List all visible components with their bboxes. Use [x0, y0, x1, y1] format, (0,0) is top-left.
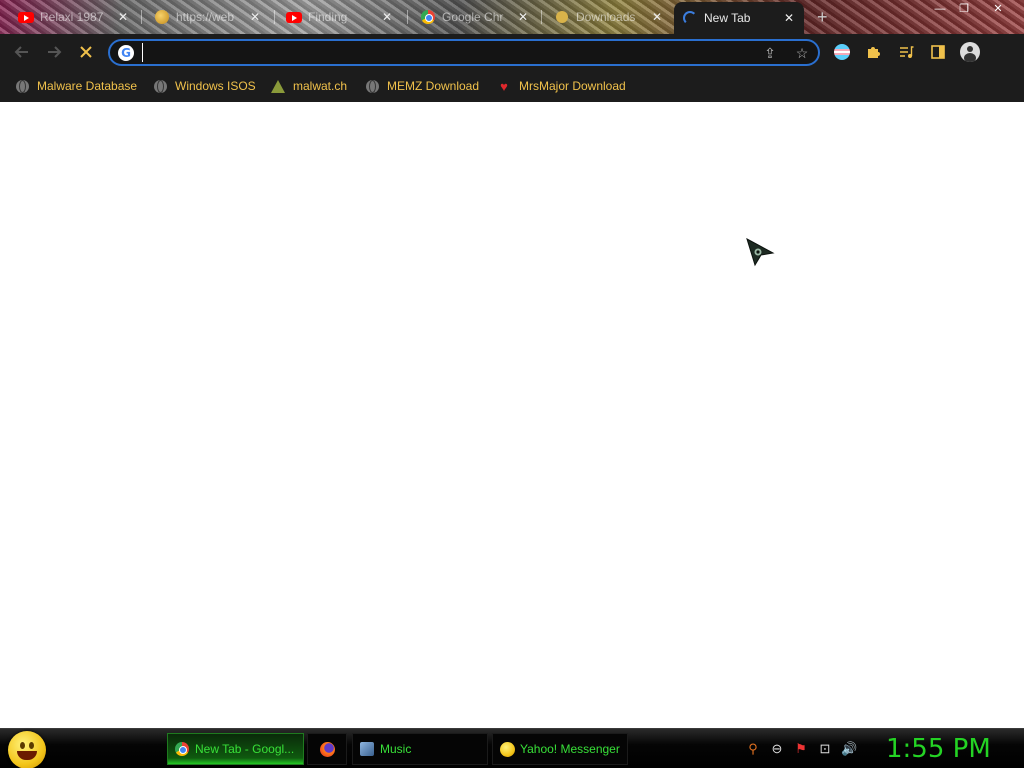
- flag-extension-button[interactable]: [830, 41, 854, 63]
- tab-separator: [274, 10, 275, 24]
- bookmark-memz-download[interactable]: MEMZ Download: [365, 76, 479, 96]
- tab-separator: [407, 10, 408, 24]
- taskbar-item-music[interactable]: Music: [352, 733, 488, 765]
- tab-title: Downloads: [576, 10, 636, 24]
- flag-extension-icon: [834, 44, 850, 60]
- taskbar-clock[interactable]: 1:55 PM: [886, 734, 991, 764]
- page-content[interactable]: [0, 102, 1024, 728]
- smiley-eye: [20, 742, 25, 749]
- close-window-button[interactable]: ✕: [986, 2, 1010, 16]
- tab-web[interactable]: https://web ✕: [146, 4, 270, 30]
- bookmarks-bar: Malware Database Windows ISOS malwat.ch …: [0, 70, 1024, 102]
- bookmark-malwatch[interactable]: malwat.ch: [271, 76, 347, 96]
- mouse-cursor-icon: [746, 237, 775, 267]
- side-panel-button[interactable]: [926, 41, 950, 63]
- address-input[interactable]: [142, 43, 742, 62]
- profile-avatar-icon: [960, 42, 980, 62]
- tab-title: Relaxi 1987: [40, 10, 104, 24]
- music-app-icon: [359, 741, 375, 757]
- taskbar-item-label: Yahoo! Messenger: [520, 742, 620, 756]
- youtube-icon: [18, 9, 34, 25]
- tab-title: New Tab: [704, 11, 751, 25]
- bookmark-label: MEMZ Download: [387, 79, 480, 93]
- start-button[interactable]: [8, 731, 46, 768]
- bookmark-label: MrsMajor Download: [519, 79, 626, 93]
- chrome-icon: [420, 9, 436, 25]
- tab-title: Finding: [308, 10, 348, 24]
- loading-spinner-icon: [682, 10, 698, 26]
- heart-icon: ♥: [500, 78, 508, 94]
- tab-new-tab[interactable]: New Tab ✕: [674, 2, 804, 34]
- google-icon: G: [118, 45, 134, 61]
- tab-youtube-relaxi[interactable]: Relaxi 1987 ✕: [10, 4, 138, 30]
- puzzle-extensions-icon: [868, 47, 880, 58]
- tab-close-icon[interactable]: ✕: [248, 10, 262, 24]
- bookmark-star-icon[interactable]: ☆: [792, 44, 812, 62]
- messenger-status-icon[interactable]: ⊖: [769, 741, 785, 757]
- globe-icon: [154, 9, 170, 25]
- taskbar-item-label: New Tab - Googl...: [195, 742, 295, 756]
- share-icon[interactable]: ⇪: [760, 44, 780, 62]
- taskbar-item-label: Music: [380, 742, 412, 756]
- firefox-icon: [319, 741, 335, 757]
- bookmark-label: malwat.ch: [293, 79, 348, 93]
- youtube-icon: [286, 9, 302, 25]
- media-playlist-button[interactable]: [894, 41, 918, 63]
- profile-button[interactable]: [958, 41, 982, 63]
- smiley-mouth: [17, 751, 37, 760]
- tab-separator: [141, 10, 142, 24]
- bookmark-mrsmajor-download[interactable]: ♥ MrsMajor Download: [497, 76, 626, 96]
- tab-downloads[interactable]: Downloads ✕: [546, 4, 672, 30]
- browser-toolbar: G ⇪ ☆: [0, 34, 1024, 70]
- minimize-button[interactable]: —: [928, 2, 952, 16]
- back-arrow-icon: [14, 46, 28, 58]
- forward-arrow-icon: [48, 46, 62, 58]
- taskbar-item-chrome[interactable]: New Tab - Googl...: [167, 733, 304, 765]
- volume-icon[interactable]: 🔊: [841, 741, 857, 757]
- forward-button[interactable]: [42, 41, 66, 63]
- taskbar-item-firefox[interactable]: [307, 733, 347, 765]
- globe-icon: [15, 79, 29, 93]
- tab-close-icon[interactable]: ✕: [650, 10, 664, 24]
- yahoo-messenger-icon: [499, 741, 515, 757]
- address-bar[interactable]: G ⇪ ☆: [108, 39, 820, 66]
- extensions-button[interactable]: [862, 41, 886, 63]
- globe-icon: [365, 79, 379, 93]
- taskbar-item-yahoo-messenger[interactable]: Yahoo! Messenger: [492, 733, 628, 765]
- restore-button[interactable]: ❐: [952, 2, 976, 16]
- bookmark-label: Windows ISOS: [175, 79, 256, 93]
- tab-youtube-finding[interactable]: Finding ✕: [278, 4, 402, 30]
- tab-close-icon[interactable]: ✕: [116, 10, 130, 24]
- media-playlist-icon: [900, 46, 914, 58]
- tab-title: https://web: [176, 10, 235, 24]
- new-tab-button[interactable]: +: [817, 8, 828, 26]
- side-panel-icon: [931, 45, 945, 59]
- stop-loading-icon: [80, 46, 92, 58]
- tab-close-icon[interactable]: ✕: [782, 11, 796, 25]
- chrome-icon: [174, 741, 190, 757]
- tab-close-icon[interactable]: ✕: [380, 10, 394, 24]
- download-icon: [554, 9, 570, 25]
- tab-strip: Relaxi 1987 ✕ https://web ✕ Finding ✕ Go…: [0, 0, 1024, 34]
- network-icon[interactable]: ⊡: [817, 741, 833, 757]
- bookmark-malware-database[interactable]: Malware Database: [15, 76, 137, 96]
- tab-separator: [541, 10, 542, 24]
- search-icon[interactable]: ⚲: [745, 741, 761, 757]
- hazard-icon: [271, 79, 285, 93]
- bookmark-windows-isos[interactable]: Windows ISOS: [153, 76, 256, 96]
- tab-title: Google Chr: [442, 10, 504, 24]
- tab-google-chrome[interactable]: Google Chr ✕: [412, 4, 538, 30]
- globe-icon: [153, 79, 167, 93]
- taskbar: New Tab - Googl... Music Yahoo! Messenge…: [0, 728, 1024, 768]
- action-center-flag-icon[interactable]: ⚑: [793, 741, 809, 757]
- tab-close-icon[interactable]: ✕: [516, 10, 530, 24]
- bookmark-label: Malware Database: [37, 79, 138, 93]
- stop-loading-button[interactable]: [74, 41, 98, 63]
- smiley-eye: [29, 742, 34, 749]
- back-button[interactable]: [10, 41, 34, 63]
